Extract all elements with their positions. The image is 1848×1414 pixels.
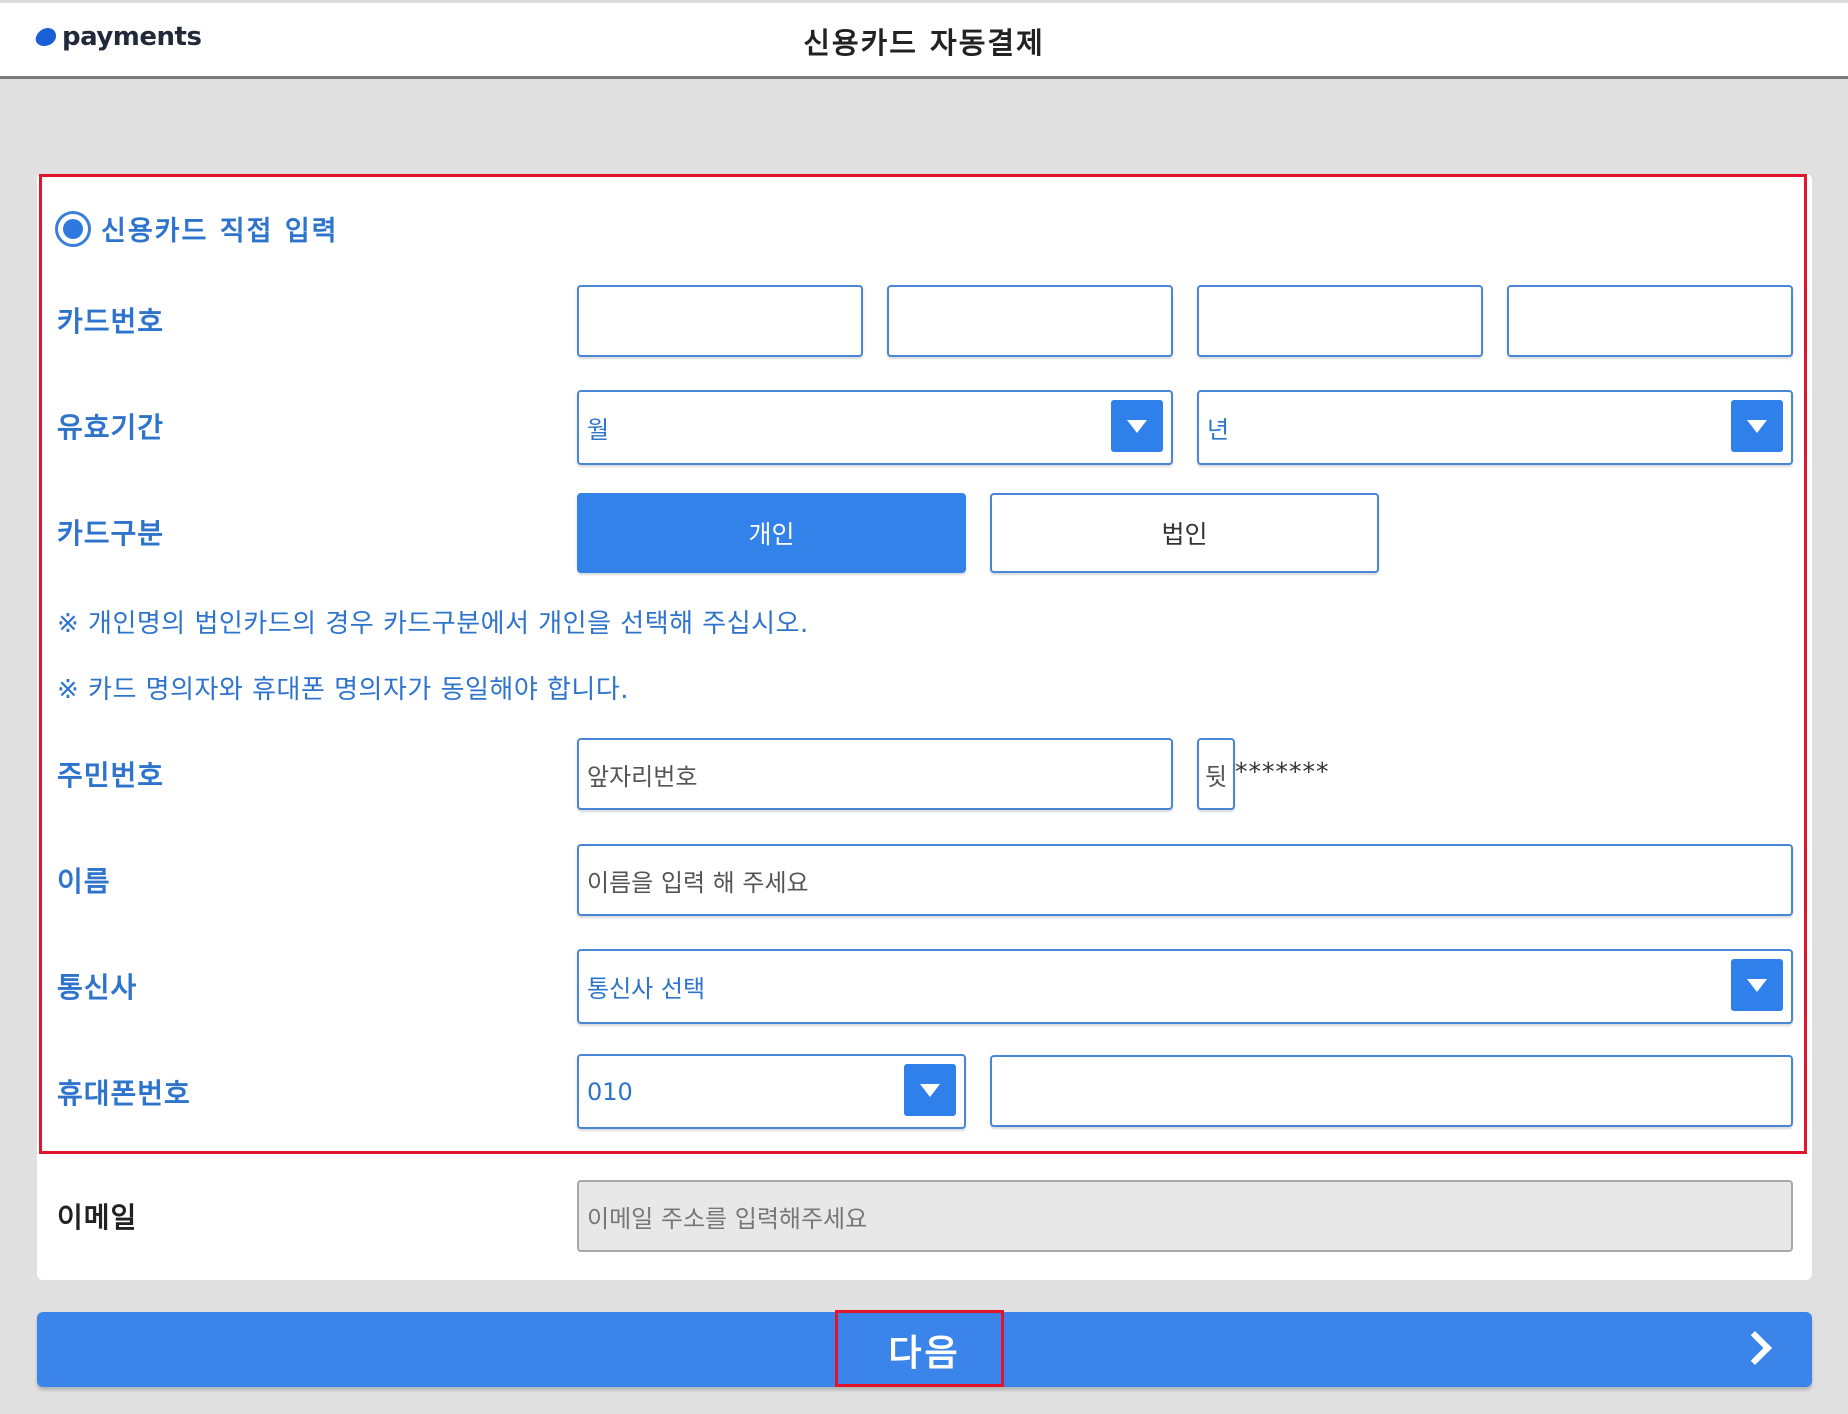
notice-corporate-card: ※ 개인명의 법인카드의 경우 카드구분에서 개인을 선택해 주십시오. — [57, 609, 809, 639]
name-placeholder: 이름을 입력 해 주세요 — [587, 868, 809, 897]
card-number-field-3[interactable] — [1197, 285, 1483, 357]
rrn-mask: ******* — [1235, 757, 1330, 786]
expiry-month-select[interactable]: 월 — [577, 390, 1173, 465]
carrier-select[interactable]: 통신사 선택 — [577, 949, 1793, 1024]
phone-number-input[interactable] — [990, 1055, 1793, 1127]
card-type-label: 카드구분 — [57, 517, 165, 550]
chevron-down-icon[interactable] — [1111, 400, 1163, 452]
expiry-year-select[interactable]: 년 — [1197, 390, 1793, 465]
next-button-label: 다음 — [888, 1332, 961, 1374]
card-number-field-2[interactable] — [887, 285, 1173, 357]
card-number-field-4[interactable] — [1507, 285, 1793, 357]
email-label: 이메일 — [57, 1201, 138, 1234]
card-number-field-1[interactable] — [577, 285, 863, 357]
rrn-back-input[interactable]: 뒷 — [1197, 738, 1235, 810]
name-label: 이름 — [57, 865, 111, 898]
rrn-label: 주민번호 — [57, 759, 165, 792]
rrn-front-placeholder: 앞자리번호 — [587, 762, 698, 791]
expiry-year-value: 년 — [1207, 416, 1230, 444]
phone-prefix-select[interactable]: 010 — [577, 1054, 966, 1129]
rrn-front-input[interactable]: 앞자리번호 — [577, 738, 1173, 810]
next-button[interactable]: 다음 — [37, 1312, 1812, 1387]
phone-label: 휴대폰번호 — [57, 1077, 191, 1110]
direct-input-radio[interactable]: 신용카드 직접 입력 — [55, 209, 339, 248]
expiry-month-value: 월 — [587, 416, 610, 444]
carrier-value: 통신사 선택 — [587, 975, 706, 1003]
carrier-label: 통신사 — [57, 971, 138, 1004]
header-top-border — [0, 0, 1848, 3]
rrn-back-placeholder: 뒷 — [1205, 762, 1228, 791]
name-input[interactable]: 이름을 입력 해 주세요 — [577, 844, 1793, 916]
top-header: payments 신용카드 자동결제 — [0, 0, 1848, 79]
radio-selected-dot — [63, 218, 83, 239]
chevron-down-icon[interactable] — [1731, 400, 1783, 452]
notice-same-owner: ※ 카드 명의자와 휴대폰 명의자가 동일해야 합니다. — [57, 675, 630, 705]
page-title: 신용카드 자동결제 — [803, 26, 1045, 60]
chevron-down-icon[interactable] — [904, 1064, 956, 1116]
phone-prefix-value: 010 — [587, 1077, 633, 1106]
card-number-label: 카드번호 — [57, 305, 165, 338]
chevron-down-icon[interactable] — [1731, 959, 1783, 1011]
direct-input-label: 신용카드 직접 입력 — [101, 216, 339, 247]
card-type-corporate-button[interactable]: 법인 — [990, 493, 1379, 573]
radio-button-icon[interactable] — [55, 210, 91, 247]
email-placeholder: 이메일 주소를 입력해주세요 — [587, 1204, 868, 1233]
email-input[interactable]: 이메일 주소를 입력해주세요 — [577, 1180, 1793, 1252]
expiry-label: 유효기간 — [57, 411, 165, 444]
card-type-personal-button[interactable]: 개인 — [577, 493, 966, 573]
